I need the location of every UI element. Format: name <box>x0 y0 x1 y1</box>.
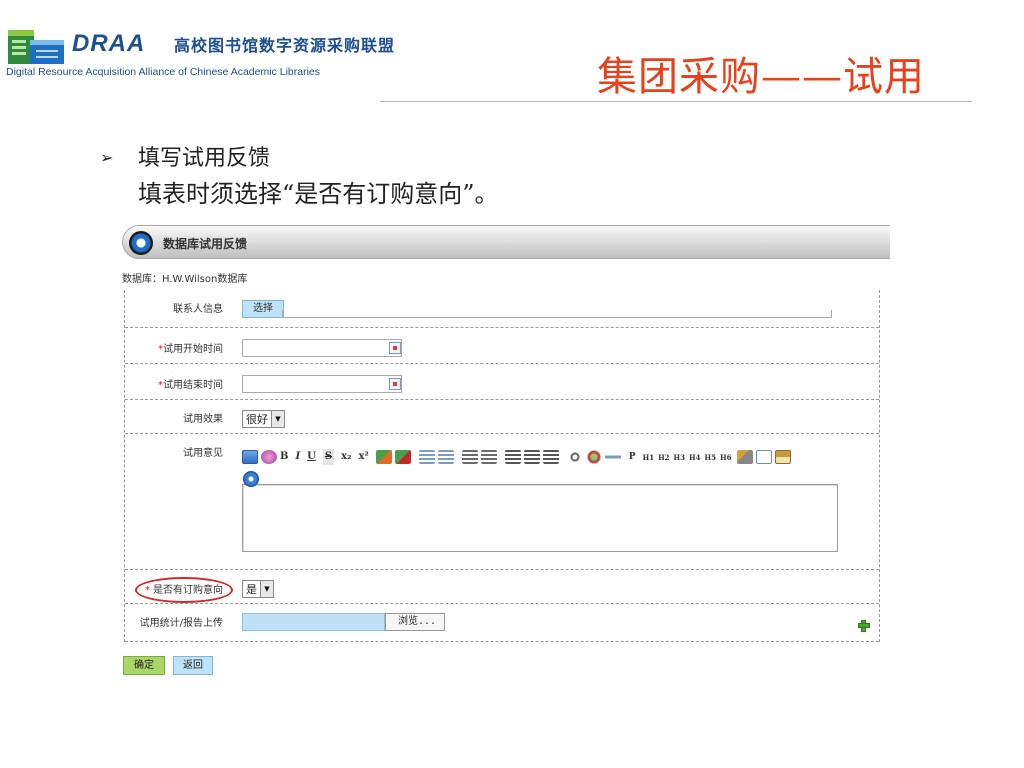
effect-select[interactable]: 很好 ▼ <box>242 410 285 428</box>
logo-english-name: Digital Resource Acquisition Alliance of… <box>6 66 320 78</box>
logo-abbreviation: DRAA <box>72 30 146 57</box>
unlink-icon[interactable] <box>585 450 602 464</box>
end-date-input[interactable] <box>242 375 402 393</box>
back-button[interactable]: 返回 <box>173 656 213 675</box>
heading2-button[interactable]: H2 <box>658 453 669 462</box>
align-right-icon[interactable] <box>542 450 559 464</box>
indent-icon[interactable] <box>480 450 497 464</box>
align-left-icon[interactable] <box>504 450 521 464</box>
heading3-button[interactable]: H3 <box>674 453 685 462</box>
heading5-button[interactable]: H5 <box>705 453 716 462</box>
italic-button[interactable]: I <box>295 449 300 465</box>
end-date-label-text: 试用结束时间 <box>163 380 223 391</box>
copy-icon[interactable] <box>756 450 773 464</box>
library-building-icon <box>8 30 64 64</box>
opinion-label: 试用意见 <box>183 448 223 459</box>
effect-label: 试用效果 <box>183 414 223 425</box>
opinion-textarea[interactable] <box>242 484 838 552</box>
confirm-button[interactable]: 确定 <box>123 656 165 675</box>
form-row-purchase-intent: * 是否有订购意向 是 ▼ <box>125 570 879 604</box>
link-icon[interactable] <box>566 450 583 464</box>
purchase-intent-select[interactable]: 是 ▼ <box>242 580 274 598</box>
heading1-button[interactable]: H1 <box>643 453 654 462</box>
panel-circle-icon <box>129 231 153 255</box>
align-center-icon[interactable] <box>523 450 540 464</box>
bullet-heading: 填写试用反馈 <box>138 146 271 171</box>
strikethrough-button[interactable]: S <box>322 449 335 465</box>
outdent-icon[interactable] <box>461 450 478 464</box>
paragraph-button[interactable]: P <box>629 449 636 465</box>
format-brush-icon[interactable] <box>394 450 411 464</box>
highlight-circle <box>134 577 233 603</box>
ordered-list-icon[interactable] <box>418 450 435 464</box>
subscript-button[interactable]: x₂ <box>341 449 351 465</box>
draa-logo: DRAA 高校图书馆数字资源采购联盟 Digital Resource Acqu… <box>6 22 406 84</box>
calendar-icon[interactable] <box>387 378 401 392</box>
purchase-intent-selected-value: 是 <box>246 583 257 596</box>
bullet-arrow-icon: ➢ <box>100 148 114 167</box>
panel-title: 数据库试用反馈 <box>163 237 248 251</box>
contact-label: 联系人信息 <box>173 304 223 315</box>
globe-icon[interactable] <box>243 471 259 487</box>
dropdown-arrow-icon: ▼ <box>271 411 284 427</box>
upload-control: 浏览... <box>242 613 445 632</box>
logo-chinese-name: 高校图书馆数字资源采购联盟 <box>174 36 396 55</box>
add-plus-icon[interactable] <box>858 620 870 632</box>
end-date-label: *试用结束时间 <box>158 376 223 391</box>
paste-icon[interactable] <box>775 450 792 464</box>
underline-button[interactable]: U <box>307 449 316 465</box>
calendar-icon[interactable] <box>387 342 401 356</box>
form-row-contact: 联系人信息 选择 <box>125 290 879 328</box>
database-label: 数据库： <box>122 274 162 285</box>
remove-format-icon[interactable] <box>375 450 392 464</box>
start-date-label: *试用开始时间 <box>158 340 223 355</box>
source-icon[interactable] <box>242 450 258 464</box>
contact-display-box <box>282 310 832 318</box>
purchase-intent-label: * 是否有订购意向 <box>134 577 233 603</box>
title-divider <box>380 101 972 102</box>
form-row-start-date: *试用开始时间 <box>125 328 879 364</box>
heading4-button[interactable]: H4 <box>689 453 700 462</box>
feedback-form: 联系人信息 选择 *试用开始时间 *试用结束时间 试用效果 很好 ▼ 试用意见 … <box>124 290 880 642</box>
panel-header: 数据库试用反馈 <box>122 225 890 259</box>
color-wheel-icon[interactable] <box>261 450 277 464</box>
form-row-end-date: *试用结束时间 <box>125 364 879 400</box>
cut-icon[interactable] <box>737 450 754 464</box>
bullet-instruction: 填表时须选择“是否有订购意向”。 <box>138 180 499 208</box>
start-date-input[interactable] <box>242 339 402 357</box>
contact-control: 选择 <box>242 300 832 319</box>
horizontal-rule-icon[interactable] <box>604 450 621 464</box>
select-contact-button[interactable]: 选择 <box>242 300 284 318</box>
form-row-opinion: 试用意见 B I U S x₂ x² P H1 H2 H3 H4 H5 H6 <box>125 434 879 570</box>
unordered-list-icon[interactable] <box>437 450 454 464</box>
upload-label: 试用统计/报告上传 <box>139 618 223 629</box>
form-row-upload: 试用统计/报告上传 浏览... <box>125 604 879 642</box>
start-date-label-text: 试用开始时间 <box>163 344 223 355</box>
heading6-button[interactable]: H6 <box>720 453 731 462</box>
editor-toolbar: B I U S x₂ x² P H1 H2 H3 H4 H5 H6 <box>242 448 832 466</box>
slide-title: 集团采购——试用 <box>597 54 925 100</box>
effect-selected-value: 很好 <box>246 413 268 426</box>
file-path-input[interactable] <box>242 613 385 631</box>
browse-button[interactable]: 浏览... <box>385 613 445 631</box>
superscript-button[interactable]: x² <box>358 449 368 465</box>
database-value: H.W.Wilson数据库 <box>162 274 248 285</box>
form-row-effect: 试用效果 很好 ▼ <box>125 400 879 434</box>
bold-button[interactable]: B <box>280 449 288 465</box>
dropdown-arrow-icon: ▼ <box>260 581 273 597</box>
database-line: 数据库：H.W.Wilson数据库 <box>122 270 247 285</box>
rich-text-editor: B I U S x₂ x² P H1 H2 H3 H4 H5 H6 <box>242 448 838 552</box>
